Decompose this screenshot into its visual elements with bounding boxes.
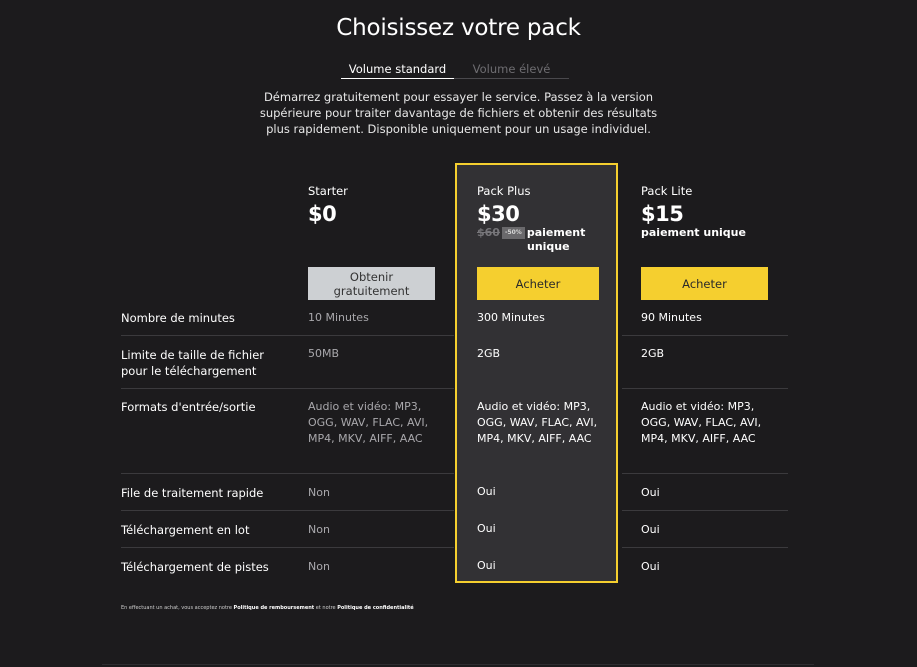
billing-text: paiement — [526, 226, 586, 239]
row-divider — [121, 388, 454, 389]
cell-lite-tracks: Oui — [641, 560, 660, 573]
tab-standard-volume[interactable]: Volume standard — [341, 62, 454, 79]
cell-plus-tracks: Oui — [477, 559, 496, 572]
bottom-divider — [102, 664, 814, 665]
row-divider — [121, 510, 454, 511]
footnote-middle: et notre — [314, 605, 338, 611]
row-label-formats: Formats d'entrée/sortie — [121, 400, 256, 414]
legal-footnote: En effectuant un achat, vous acceptez no… — [121, 605, 414, 611]
row-divider — [622, 388, 788, 389]
plan-price: $15 — [641, 202, 684, 226]
get-free-button[interactable]: Obtenir gratuitement — [308, 267, 435, 300]
plan-billing: $60 -50% paiement unique — [477, 226, 585, 254]
billing-text-2: unique — [527, 240, 570, 253]
old-price: $60 — [477, 226, 500, 239]
row-divider — [121, 335, 454, 336]
cell-starter-tracks: Non — [308, 560, 330, 573]
cell-plus-file-size: 2GB — [477, 347, 501, 360]
discount-badge: -50% — [501, 227, 525, 239]
plan-starter: Starter $0 — [308, 184, 348, 226]
row-divider — [622, 335, 788, 336]
cell-lite-file-size: 2GB — [641, 347, 665, 360]
row-label-tracks: Téléchargement de pistes — [121, 560, 269, 574]
plan-name: Starter — [308, 184, 348, 198]
row-divider — [121, 547, 454, 548]
plan-pack-lite: Pack Lite $15 paiement unique — [641, 184, 746, 240]
cell-starter-fast-queue: Non — [308, 486, 330, 499]
cell-plus-formats: Audio et vidéo: MP3, OGG, WAV, FLAC, AVI… — [477, 400, 598, 445]
pricing-page: Choisissez votre pack Volume standard Vo… — [0, 0, 917, 667]
row-label-batch: Téléchargement en lot — [121, 523, 250, 537]
cell-starter-file-size: 50MB — [308, 347, 340, 360]
volume-tabs: Volume standard Volume élevé — [341, 62, 569, 80]
row-label-fast-queue: File de traitement rapide — [121, 486, 264, 500]
plan-pack-plus: Pack Plus $30 $60 -50% paiement unique — [477, 184, 585, 254]
cell-lite-fast-queue: Oui — [641, 486, 660, 499]
row-label-minutes: Nombre de minutes — [121, 311, 235, 325]
plan-price: $0 — [308, 202, 337, 226]
row-divider — [622, 473, 788, 474]
cell-starter-formats: Audio et vidéo: MP3, OGG, WAV, FLAC, AVI… — [308, 400, 429, 445]
privacy-policy-link[interactable]: Politique de confidentialité — [337, 605, 414, 611]
refund-policy-link[interactable]: Politique de remboursement — [234, 605, 315, 611]
buy-pack-plus-button[interactable]: Acheter — [477, 267, 599, 300]
plan-billing: paiement unique — [641, 226, 746, 239]
row-label-file-size: Limite de taille de fichier pour le télé… — [121, 348, 265, 378]
cell-starter-minutes: 10 Minutes — [308, 311, 369, 324]
cell-lite-minutes: 90 Minutes — [641, 311, 702, 324]
intro-text: Démarrez gratuitement pour essayer le se… — [259, 90, 658, 136]
plan-price: $30 — [477, 202, 520, 226]
row-divider — [622, 547, 788, 548]
cell-starter-batch: Non — [308, 523, 330, 536]
row-divider — [121, 473, 454, 474]
row-divider — [622, 510, 788, 511]
cell-plus-batch: Oui — [477, 522, 496, 535]
plan-name: Pack Plus — [477, 184, 531, 198]
cell-plus-fast-queue: Oui — [477, 485, 496, 498]
cell-lite-batch: Oui — [641, 523, 660, 536]
page-title: Choisissez votre pack — [336, 15, 581, 41]
cell-lite-formats: Audio et vidéo: MP3, OGG, WAV, FLAC, AVI… — [641, 400, 762, 445]
cell-plus-minutes: 300 Minutes — [477, 311, 545, 324]
footnote-prefix: En effectuant un achat, vous acceptez no… — [121, 605, 234, 611]
plan-name: Pack Lite — [641, 184, 693, 198]
tab-high-volume[interactable]: Volume élevé — [454, 62, 569, 79]
buy-pack-lite-button[interactable]: Acheter — [641, 267, 768, 300]
